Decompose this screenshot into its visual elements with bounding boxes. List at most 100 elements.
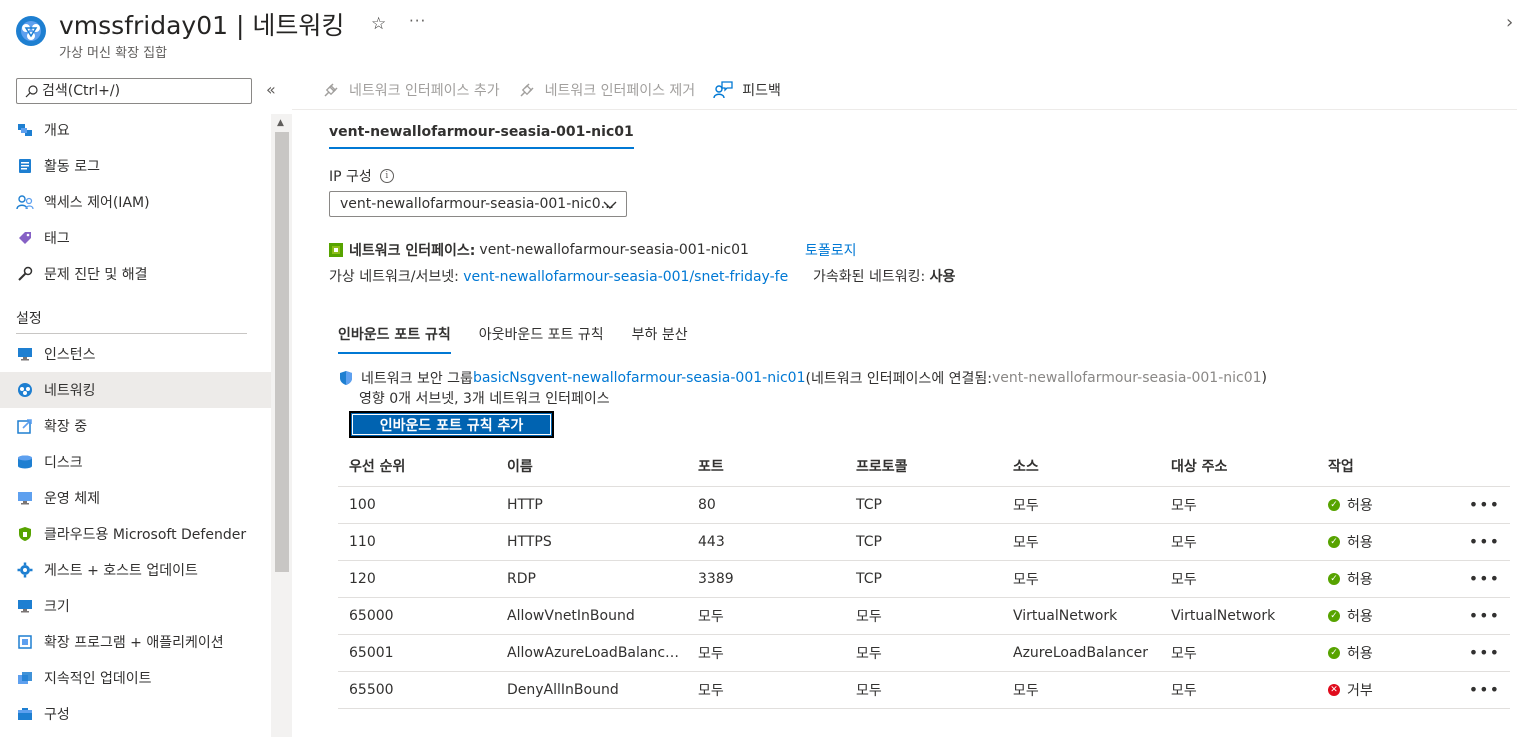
sidebar-search[interactable] [16, 78, 252, 104]
sidebar-item-continuous-update[interactable]: 지속적인 업데이트 [0, 660, 271, 696]
col-more [1457, 446, 1510, 487]
cell-priority: 120 [338, 560, 496, 598]
action-label: 허용 [1347, 497, 1373, 514]
table-row[interactable]: 65000 AllowVnetInBound 모두 모두 VirtualNetw… [338, 597, 1510, 635]
cell-destination: 모두 [1160, 671, 1317, 709]
continuous-update-icon [16, 669, 34, 687]
col-priority[interactable]: 우선 순위 [338, 446, 496, 487]
feedback-button[interactable]: 피드백 [713, 80, 781, 100]
cell-priority: 65000 [338, 597, 496, 635]
vnet-subnet-link[interactable]: vent-newallofarmour-seasia-001/snet-frid… [463, 269, 788, 285]
cell-protocol: TCP [845, 523, 1002, 561]
tab-inbound-rules[interactable]: 인바운드 포트 규칙 [338, 324, 451, 354]
configuration-icon [16, 705, 34, 723]
action-label: 허용 [1347, 645, 1373, 662]
cell-priority: 65500 [338, 671, 496, 709]
remove-nic-button[interactable]: 네트워크 인터페이스 제거 [518, 80, 695, 100]
row-more-button[interactable]: ••• [1457, 671, 1510, 709]
sidebar-item-label: 인스턴스 [44, 347, 96, 363]
table-row[interactable]: 100 HTTP 80 TCP 모두 모두 ✓ 허용 ••• [338, 486, 1510, 524]
row-more-button[interactable]: ••• [1457, 597, 1510, 635]
sidebar-item-disks[interactable]: 디스크 [0, 444, 271, 480]
cell-action: ✓ 허용 [1317, 486, 1457, 524]
add-nic-button[interactable]: 네트워크 인터페이스 추가 [322, 80, 500, 100]
add-inbound-rule-button[interactable]: 인바운드 포트 규칙 추가 [349, 411, 554, 438]
os-icon [16, 489, 34, 507]
sidebar-item-label: 태그 [44, 231, 70, 247]
sidebar-item-diagnose[interactable]: 문제 진단 및 해결 [0, 256, 271, 292]
deny-x-icon: ✕ [1328, 683, 1340, 696]
chevron-right-icon[interactable]: › [1506, 12, 1513, 33]
feedback-label: 피드백 [742, 82, 781, 99]
more-icon[interactable]: ··· [409, 12, 426, 30]
cell-action: ✓ 허용 [1317, 560, 1457, 598]
activity-log-icon [16, 157, 34, 175]
scrollbar-thumb[interactable] [275, 132, 289, 572]
table-row[interactable]: 65500 DenyAllInBound 모두 모두 모두 모두 ✕ 거부 ••• [338, 671, 1510, 709]
allow-check-icon: ✓ [1328, 646, 1340, 659]
iam-icon [16, 193, 34, 211]
table-row[interactable]: 110 HTTPS 443 TCP 모두 모두 ✓ 허용 ••• [338, 523, 1510, 561]
sidebar-item-label: 개요 [44, 123, 70, 139]
sidebar-item-label: 크기 [44, 599, 70, 615]
table-row[interactable]: 65001 AllowAzureLoadBalancerI... 모두 모두 A… [338, 634, 1510, 672]
col-destination[interactable]: 대상 주소 [1160, 446, 1317, 487]
action-label: 허용 [1347, 534, 1373, 551]
col-action[interactable]: 작업 [1317, 446, 1457, 487]
topology-link[interactable]: 토폴로지 [805, 240, 857, 260]
vnet-key: 가상 네트워크/서브넷: [329, 269, 464, 285]
cell-protocol: TCP [845, 560, 1002, 598]
sidebar-scrollbar[interactable]: ▲ [271, 114, 292, 737]
rule-tabs: 인바운드 포트 규칙 아웃바운드 포트 규칙 부하 분산 [338, 324, 716, 354]
sidebar-item-instances[interactable]: 인스턴스 [0, 336, 271, 372]
col-source[interactable]: 소스 [1002, 446, 1160, 487]
nic-info: 네트워크 인터페이스: vent-newallofarmour-seasia-0… [329, 240, 749, 260]
sidebar-item-extensions[interactable]: 확장 프로그램 + 애플리케이션 [0, 624, 271, 660]
sidebar-item-os[interactable]: 운영 체제 [0, 480, 271, 516]
sidebar-item-tags[interactable]: 태그 [0, 220, 271, 256]
tab-nic01[interactable]: vent-newallofarmour-seasia-001-nic01 [329, 124, 634, 149]
accelerated-networking-row: 가속화된 네트워킹: 사용 [813, 266, 955, 286]
allow-check-icon: ✓ [1328, 572, 1340, 585]
row-more-button[interactable]: ••• [1457, 560, 1510, 598]
accel-value: 사용 [929, 269, 956, 285]
scroll-up-icon[interactable]: ▲ [277, 118, 284, 128]
nsg-link[interactable]: basicNsgvent-newallofarmour-seasia-001-n… [473, 370, 806, 386]
feedback-icon [713, 80, 733, 99]
ip-config-value: vent-newallofarmour-seasia-001-nic0... [340, 196, 614, 212]
vnet-subnet-row: 가상 네트워크/서브넷: vent-newallofarmour-seasia-… [329, 266, 788, 286]
sidebar-item-updates[interactable]: 게스트 + 호스트 업데이트 [0, 552, 271, 588]
sidebar-item-label: 네트워킹 [44, 383, 96, 399]
collapse-sidebar-icon[interactable]: « [266, 80, 276, 99]
cell-port: 모두 [687, 597, 845, 635]
sidebar-item-label: 게스트 + 호스트 업데이트 [44, 563, 198, 579]
col-protocol[interactable]: 프로토콜 [845, 446, 1002, 487]
sidebar-item-overview[interactable]: 개요 [0, 112, 271, 148]
sidebar: « 개요 활동 로그 액세스 제어(IAM) 태그 [0, 70, 292, 737]
row-more-button[interactable]: ••• [1457, 634, 1510, 672]
command-bar: 네트워크 인터페이스 추가 네트워크 인터페이스 제거 피드백 [292, 70, 1517, 110]
star-icon[interactable]: ☆ [371, 14, 386, 34]
sidebar-item-scaling[interactable]: 확장 중 [0, 408, 271, 444]
sidebar-item-networking[interactable]: 네트워킹 [0, 372, 271, 408]
col-name[interactable]: 이름 [496, 446, 687, 487]
sidebar-item-iam[interactable]: 액세스 제어(IAM) [0, 184, 271, 220]
row-more-button[interactable]: ••• [1457, 486, 1510, 524]
inbound-rules-table: 우선 순위 이름 포트 프로토콜 소스 대상 주소 작업 100 HTTP 80… [338, 446, 1510, 709]
sidebar-item-label: 디스크 [44, 455, 83, 471]
cell-action: ✓ 허용 [1317, 634, 1457, 672]
info-icon[interactable]: i [379, 169, 394, 183]
tab-load-balancing[interactable]: 부하 분산 [632, 324, 688, 354]
tab-outbound-rules[interactable]: 아웃바운드 포트 규칙 [479, 324, 604, 354]
table-row[interactable]: 120 RDP 3389 TCP 모두 모두 ✓ 허용 ••• [338, 560, 1510, 598]
col-port[interactable]: 포트 [687, 446, 845, 487]
search-input[interactable] [42, 83, 242, 99]
ip-config-dropdown[interactable]: vent-newallofarmour-seasia-001-nic0... [329, 191, 627, 217]
row-more-button[interactable]: ••• [1457, 523, 1510, 561]
sidebar-item-activity-log[interactable]: 활동 로그 [0, 148, 271, 184]
sidebar-item-configuration[interactable]: 구성 [0, 696, 271, 732]
vmss-logo-icon [14, 14, 48, 48]
sidebar-item-size[interactable]: 크기 [0, 588, 271, 624]
sidebar-item-defender[interactable]: 클라우드용 Microsoft Defender [0, 516, 271, 552]
plug-remove-icon [518, 81, 536, 99]
